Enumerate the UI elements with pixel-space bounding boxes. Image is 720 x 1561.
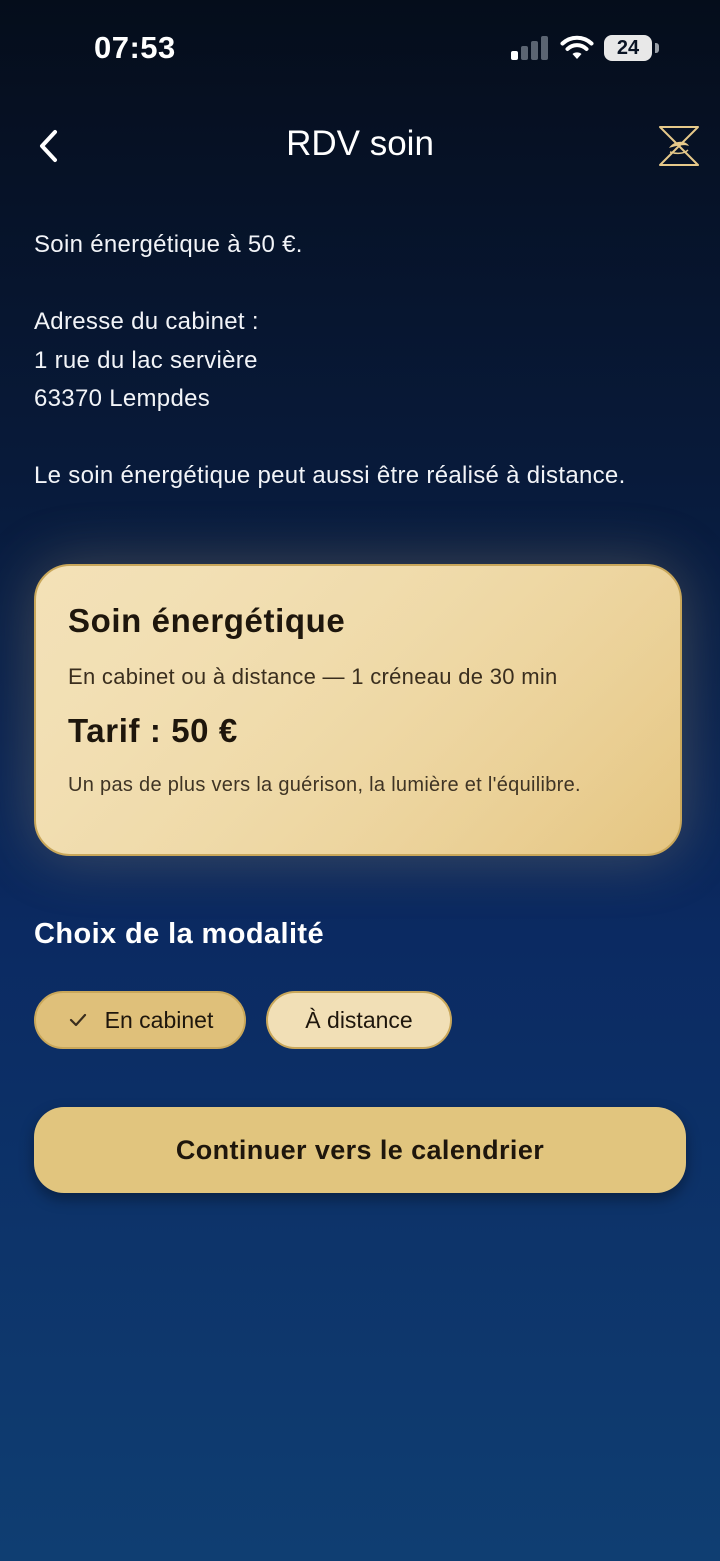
battery-tip — [655, 43, 659, 53]
card-subtitle: En cabinet ou à distance — 1 créneau de … — [68, 664, 558, 689]
continue-to-calendar-button[interactable]: Continuer vers le calendrier — [34, 1107, 686, 1193]
chevron-left-icon — [40, 130, 57, 162]
remote-note: Le soin énergétique peut aussi être réal… — [34, 462, 626, 489]
card-title: Soin énergétique — [68, 602, 346, 639]
modality-option-label: En cabinet — [104, 1006, 214, 1033]
intro-price-line: Soin énergétique à 50 €. — [34, 231, 303, 258]
intro-text: Soin énergétique à 50 €. Adresse du cabi… — [34, 226, 674, 534]
back-button[interactable] — [26, 118, 70, 174]
modality-option-distance[interactable]: À distance — [266, 991, 452, 1049]
modality-section-title: Choix de la modalité — [34, 918, 324, 950]
address-city: 63370 Lempdes — [34, 385, 211, 412]
card-tagline: Un pas de plus vers la guérison, la lumi… — [68, 774, 581, 796]
card-price: Tarif : 50 € — [68, 712, 238, 749]
modality-option-label: À distance — [305, 1006, 413, 1033]
status-time: 07:53 — [94, 30, 176, 65]
battery-indicator: 24 — [604, 35, 660, 61]
status-bar: 07:53 24 — [0, 0, 720, 96]
cta-label: Continuer vers le calendrier — [175, 1134, 545, 1165]
wifi-icon — [560, 35, 594, 59]
offer-card: Soin énergétique En cabinet ou à distanc… — [34, 564, 682, 856]
modality-option-cabinet[interactable]: En cabinet — [34, 991, 246, 1049]
battery-level: 24 — [616, 37, 640, 59]
cellular-signal-icon — [511, 36, 548, 60]
hourglass-star-logo — [659, 126, 699, 166]
address-label: Adresse du cabinet : — [34, 308, 259, 335]
address-street: 1 rue du lac servière — [34, 346, 258, 374]
check-icon — [69, 1013, 86, 1027]
page-title: RDV soin — [286, 124, 434, 163]
